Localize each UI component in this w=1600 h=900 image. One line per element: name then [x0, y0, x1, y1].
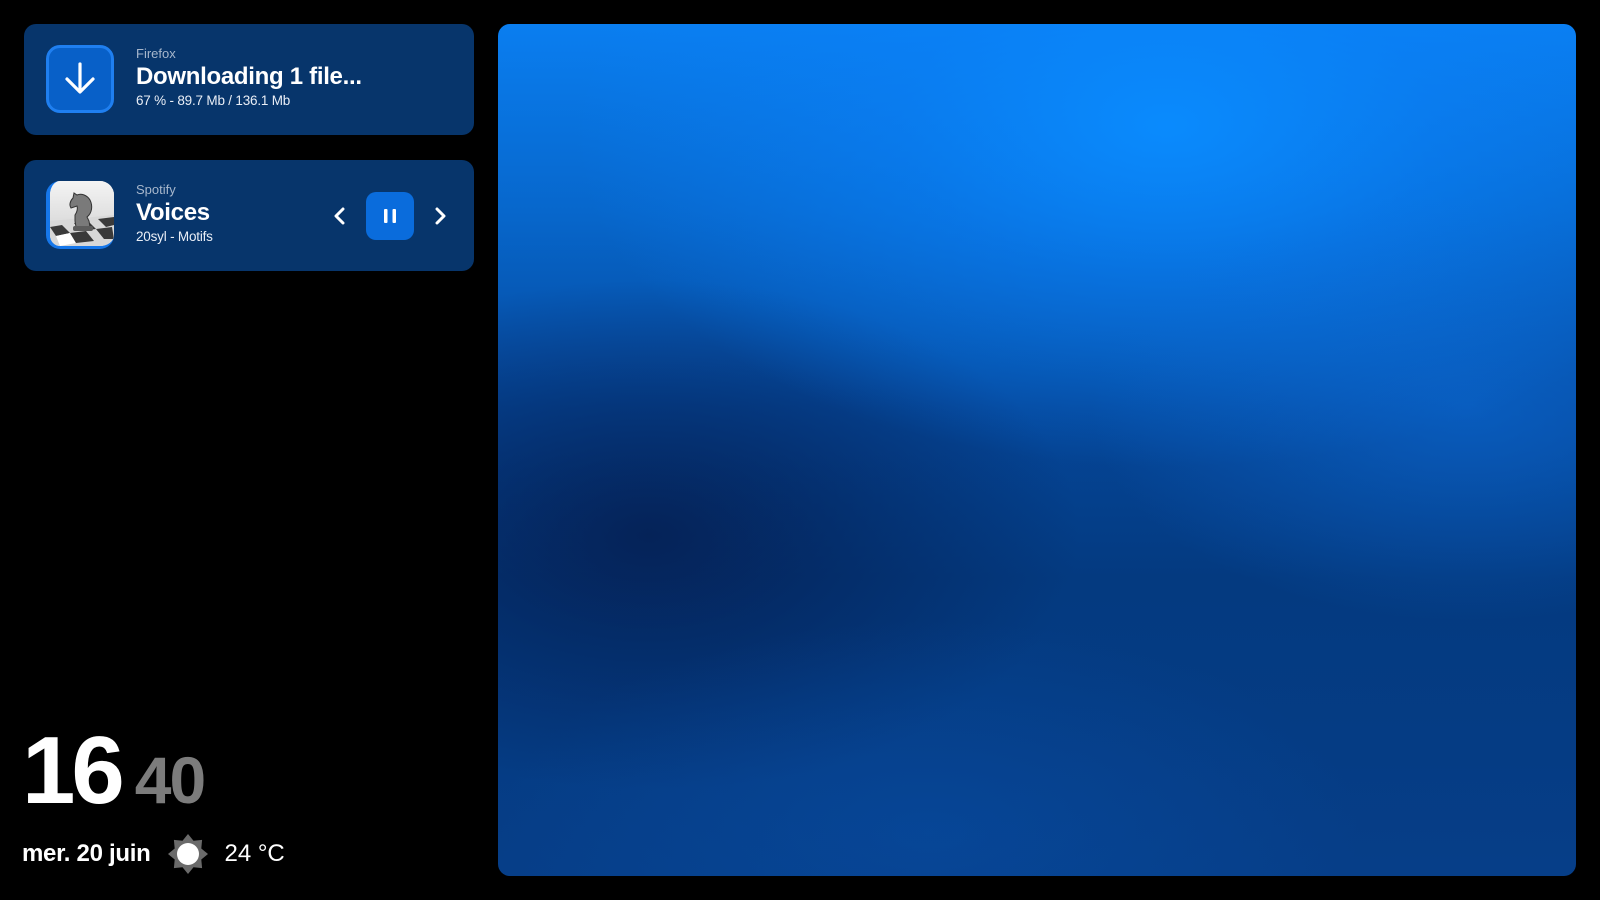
clock-minutes: 40 [134, 743, 206, 817]
chevron-left-icon [334, 207, 345, 225]
download-progress-details: 67 % - 89.7 Mb / 136.1 Mb [136, 93, 291, 108]
download-arrow-icon [46, 45, 114, 113]
temperature-label: 24 °C [224, 840, 285, 867]
play-pause-button[interactable] [366, 192, 414, 240]
download-notification[interactable]: Firefox Downloading 1 file... 67 % - 89.… [24, 24, 474, 135]
next-track-button[interactable] [424, 192, 456, 240]
desktop-screen: Firefox Downloading 1 file... 67 % - 89.… [0, 0, 1600, 900]
chevron-right-icon [435, 207, 446, 225]
wallpaper-panel [498, 24, 1576, 876]
download-text: Firefox Downloading 1 file... 67 % - 89.… [136, 46, 362, 110]
clock: 16 40 [22, 717, 206, 824]
media-app-name: Spotify [136, 182, 176, 197]
download-app-name: Firefox [136, 46, 176, 61]
media-controls [324, 192, 456, 240]
date-label: mer. 20 juin [22, 840, 151, 867]
date-weather-bar: mer. 20 juin 24 °C [22, 832, 285, 876]
sun-icon [166, 832, 210, 876]
previous-track-button[interactable] [324, 192, 356, 240]
media-notification[interactable]: Spotify Voices 20syl - Motifs [24, 160, 474, 271]
track-title: Voices [136, 199, 210, 226]
download-title: Downloading 1 file... [136, 63, 362, 90]
clock-hours: 16 [22, 717, 125, 824]
media-text: Spotify Voices 20syl - Motifs [136, 182, 213, 246]
pause-icon [384, 209, 396, 223]
chess-knight-album-art [46, 181, 114, 249]
track-artist-album: 20syl - Motifs [136, 229, 213, 244]
